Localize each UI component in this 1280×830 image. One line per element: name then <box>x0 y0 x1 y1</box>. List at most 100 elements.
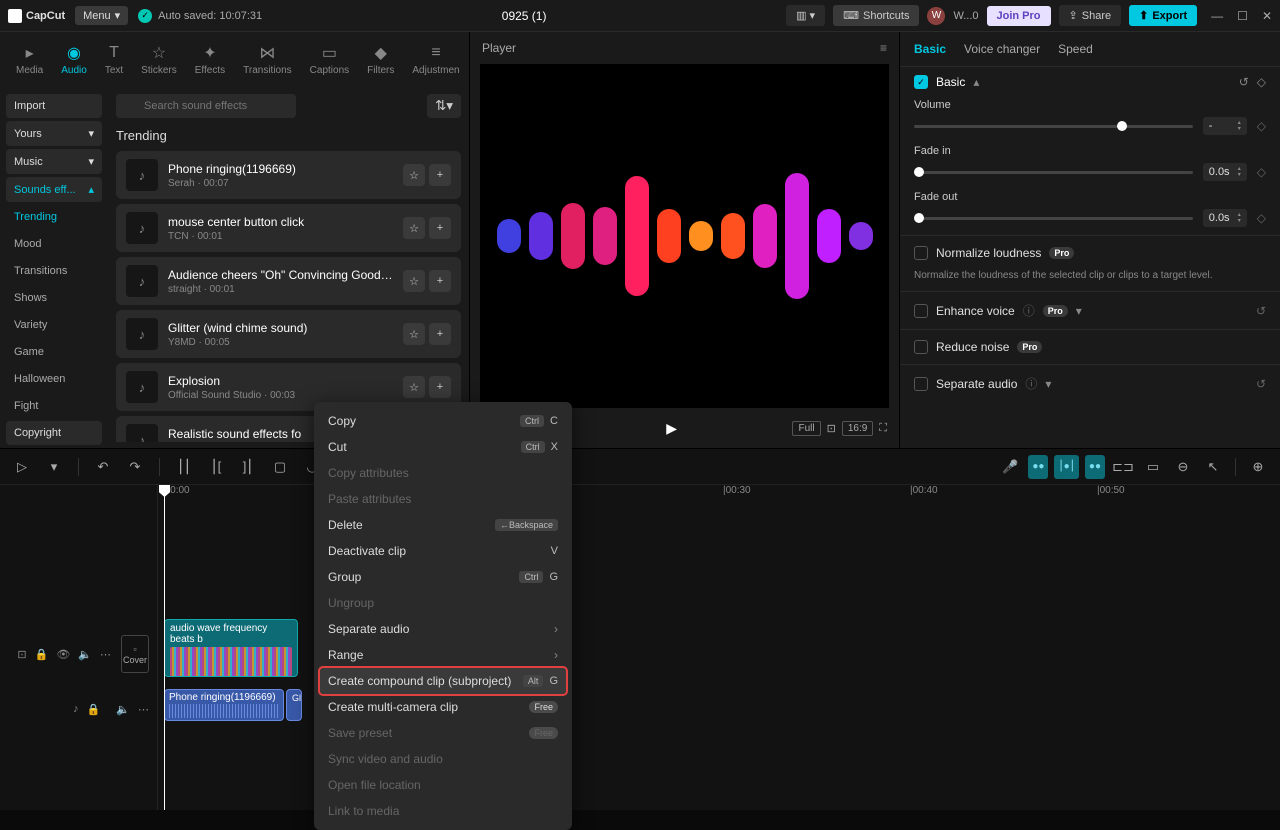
more-icon[interactable]: ⋯ <box>138 703 149 716</box>
tab-audio[interactable]: ◉Audio <box>53 42 95 78</box>
audio-clip[interactable]: Phone ringing(1196669) <box>164 689 284 721</box>
tab-filters[interactable]: ◆Filters <box>359 42 402 78</box>
trim-left-tool[interactable]: ⎮[ <box>204 455 228 479</box>
tab-stickers[interactable]: ☆Stickers <box>133 42 185 78</box>
keyframe-icon[interactable]: ◇ <box>1257 75 1266 89</box>
favorite-button[interactable]: ☆ <box>403 376 425 398</box>
toggle-1[interactable]: ●● <box>1028 455 1048 479</box>
fade-out-slider[interactable] <box>914 217 1193 220</box>
tab-transitions[interactable]: ⋈Transitions <box>235 42 300 78</box>
music-button[interactable]: Music▾ <box>6 149 102 174</box>
player-menu-icon[interactable]: ≡ <box>880 41 887 55</box>
context-menu-item[interactable]: CopyCtrlC <box>314 408 572 434</box>
sidebar-item-shows[interactable]: Shows <box>6 286 102 310</box>
toggle-3[interactable]: ●● <box>1085 455 1105 479</box>
context-menu-item[interactable]: Delete←Backspace <box>314 512 572 538</box>
ratio-toggle[interactable]: 16:9 <box>842 421 873 436</box>
reset-icon[interactable]: ↺ <box>1256 377 1266 391</box>
info-icon[interactable]: ⓘ <box>1023 302 1035 319</box>
toggle-2[interactable]: ⎮●⎮ <box>1054 455 1078 479</box>
favorite-button[interactable]: ☆ <box>403 323 425 345</box>
context-menu-item[interactable]: CutCtrlX <box>314 434 572 460</box>
playhead[interactable] <box>164 485 165 810</box>
search-input[interactable] <box>116 94 296 118</box>
tab-speed[interactable]: Speed <box>1058 42 1093 56</box>
tool-dropdown[interactable]: ▾ <box>42 455 66 479</box>
mute-icon[interactable]: 🔈 <box>78 648 92 661</box>
volume-value[interactable]: -▴▾ <box>1203 117 1247 135</box>
copyright-button[interactable]: Copyright <box>6 421 102 445</box>
sidebar-item-mood[interactable]: Mood <box>6 232 102 256</box>
share-button[interactable]: ⇪ Share <box>1059 5 1122 26</box>
volume-slider[interactable] <box>914 125 1193 128</box>
tab-adjustment[interactable]: ≡Adjustmen <box>404 42 467 78</box>
favorite-button[interactable]: ☆ <box>403 164 425 186</box>
zoom-icon[interactable]: ⊕ <box>1246 455 1270 479</box>
audio-track-header[interactable]: ♪ 🔒 🔈 ⋯ <box>0 689 157 729</box>
reset-icon[interactable]: ↺ <box>1239 75 1249 89</box>
keyframe-icon[interactable]: ◇ <box>1257 165 1266 179</box>
chevron-down-icon[interactable]: ▾ <box>1076 304 1082 318</box>
tab-media[interactable]: ▸Media <box>8 42 51 78</box>
audio-clip-2[interactable]: Gli <box>286 689 302 721</box>
close-button[interactable]: ✕ <box>1262 9 1272 23</box>
chevron-up-icon[interactable]: ▴ <box>973 75 979 89</box>
player-viewport[interactable] <box>480 64 889 408</box>
export-button[interactable]: ⬆ Export <box>1129 5 1197 26</box>
video-track-header[interactable]: ⊡ 🔒 👁 🔈 ⋯ ▫ Cover <box>0 619 157 689</box>
chevron-down-icon[interactable]: ▾ <box>1045 377 1051 391</box>
cursor-icon[interactable]: ↖ <box>1201 455 1225 479</box>
minimize-button[interactable]: — <box>1211 9 1223 23</box>
add-button[interactable]: + <box>429 323 451 345</box>
sidebar-item-variety[interactable]: Variety <box>6 313 102 337</box>
filter-button[interactable]: ⇅▾ <box>427 94 461 118</box>
delete-tool[interactable]: ▢ <box>268 455 292 479</box>
keyframe-icon[interactable]: ◇ <box>1257 119 1266 133</box>
project-title[interactable]: 0925 (1) <box>272 9 776 23</box>
reduce-checkbox[interactable] <box>914 340 928 354</box>
mic-icon[interactable]: 🎤 <box>998 455 1022 479</box>
add-button[interactable]: + <box>429 217 451 239</box>
menu-button[interactable]: Menu ▾ <box>75 6 128 25</box>
sounds-button[interactable]: Sounds eff...▴ <box>6 177 102 202</box>
keyframe-icon[interactable]: ◇ <box>1257 211 1266 225</box>
zoom-out-icon[interactable]: ⊖ <box>1171 455 1195 479</box>
split-tool[interactable]: ⎮⎮ <box>172 455 196 479</box>
yours-button[interactable]: Yours▾ <box>6 121 102 146</box>
context-menu-item[interactable]: Deactivate clipV <box>314 538 572 564</box>
add-button[interactable]: + <box>429 270 451 292</box>
undo-button[interactable]: ↶ <box>91 455 115 479</box>
enhance-checkbox[interactable] <box>914 304 928 318</box>
sidebar-item-trending[interactable]: Trending <box>6 205 102 229</box>
context-menu-item[interactable]: Separate audio› <box>314 616 572 642</box>
tab-basic[interactable]: Basic <box>914 42 946 56</box>
audio-icon[interactable]: ♪ <box>73 703 79 716</box>
favorite-button[interactable]: ☆ <box>403 217 425 239</box>
redo-button[interactable]: ↷ <box>123 455 147 479</box>
cover-button[interactable]: ▫ Cover <box>121 635 149 673</box>
context-menu-item[interactable]: Range› <box>314 642 572 668</box>
tab-effects[interactable]: ✦Effects <box>187 42 233 78</box>
toggle-icon[interactable]: ⊡ <box>17 648 26 661</box>
fullscreen-icon[interactable]: ⛶ <box>879 422 887 435</box>
normalize-checkbox[interactable] <box>914 246 928 260</box>
fade-in-value[interactable]: 0.0s▴▾ <box>1203 163 1247 181</box>
join-pro-button[interactable]: Join Pro <box>987 6 1051 26</box>
reset-icon[interactable]: ↺ <box>1256 304 1266 318</box>
mute-icon[interactable]: 🔈 <box>116 703 130 716</box>
add-button[interactable]: + <box>429 376 451 398</box>
sidebar-item-game[interactable]: Game <box>6 340 102 364</box>
tab-voice-changer[interactable]: Voice changer <box>964 42 1040 56</box>
eye-icon[interactable]: 👁 <box>56 648 70 661</box>
tab-text[interactable]: TText <box>97 42 131 78</box>
track-icon[interactable]: ▭ <box>1141 455 1165 479</box>
play-button[interactable]: ▶ <box>666 420 677 437</box>
sound-item[interactable]: ♪ Audience cheers "Oh" Convincing Good 1… <box>116 257 461 305</box>
maximize-button[interactable]: ☐ <box>1237 9 1248 23</box>
sidebar-item-transitions[interactable]: Transitions <box>6 259 102 283</box>
selection-tool[interactable]: ▷ <box>10 455 34 479</box>
crop-icon[interactable]: ⊡ <box>827 422 836 435</box>
more-icon[interactable]: ⋯ <box>100 648 111 661</box>
context-menu-item[interactable]: GroupCtrlG <box>314 564 572 590</box>
trim-right-tool[interactable]: ]⎮ <box>236 455 260 479</box>
